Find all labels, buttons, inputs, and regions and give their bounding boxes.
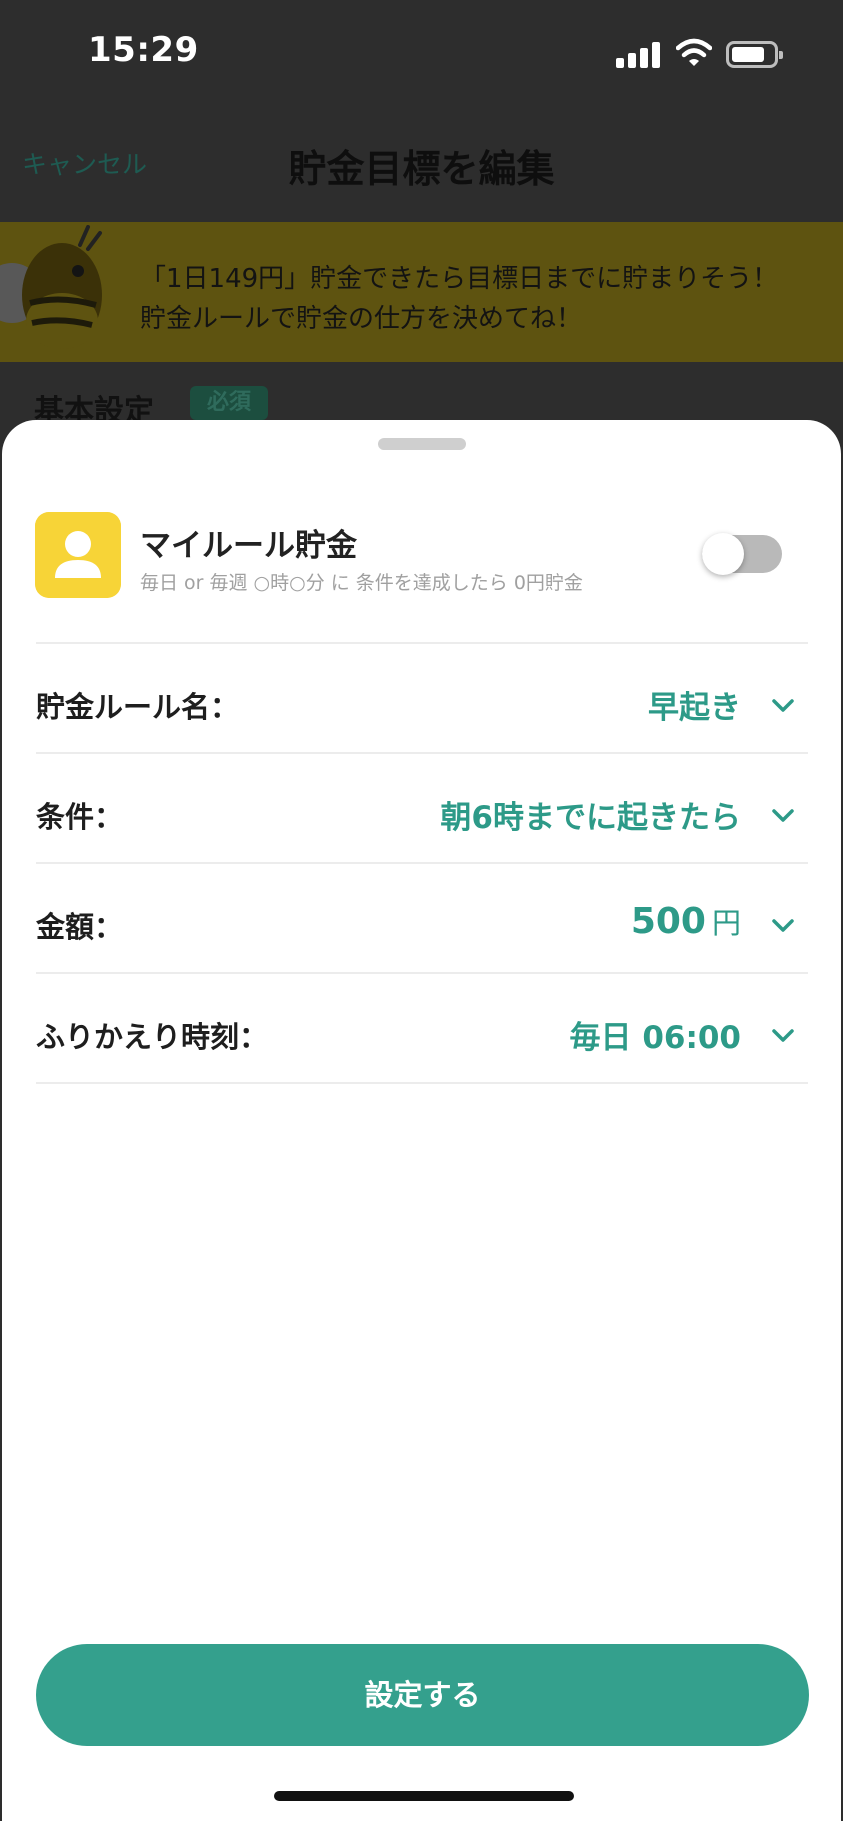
home-indicator [274, 1791, 574, 1801]
review-time-label: ふりかえり時刻： [36, 1020, 269, 1054]
chevron-down-icon[interactable] [770, 802, 796, 828]
rule-name-label: 貯金ルール名： [36, 690, 240, 724]
chevron-down-icon[interactable] [770, 692, 796, 718]
amount-unit: 円 [711, 906, 741, 940]
amount-value-number: 500 [630, 901, 706, 942]
chevron-down-icon[interactable] [770, 912, 796, 938]
condition-label: 条件： [36, 800, 124, 834]
bee-mascot-icon [0, 225, 102, 349]
banner-message-line2: 貯金ルールで貯金の仕方を決めてね！ [140, 304, 583, 334]
review-time-value[interactable]: 毎日 06:00 [570, 1012, 741, 1057]
banner-message-line1: 「1日149円」貯金できたら目標日までに貯まりそう！ [140, 264, 779, 294]
rule-type-description: 毎日 or 毎週 ○時○分 に 条件を達成したら 0円貯金 [140, 572, 583, 594]
condition-value[interactable]: 朝6時までに起きたら [440, 792, 741, 837]
wifi-icon [676, 38, 712, 66]
chevron-down-icon[interactable] [770, 1022, 796, 1048]
confirm-button[interactable]: 設定する [36, 1644, 809, 1746]
divider [36, 1082, 808, 1084]
condition-value-text: 朝6時までに起きたら [440, 800, 741, 836]
amount-value[interactable]: 500 円 [631, 900, 741, 942]
toggle-knob [702, 533, 744, 575]
rule-type-title: マイルール貯金 [140, 528, 357, 564]
battery-icon [726, 41, 783, 68]
divider [36, 642, 808, 644]
screen: 15:29 キャンセル 貯金目標を編集 「1日149円」貯金できたら目標日までに… [0, 0, 843, 1821]
status-time: 15:29 [88, 30, 199, 70]
rule-name-value[interactable]: 早起き [648, 682, 741, 727]
cellular-signal-icon [616, 42, 660, 68]
required-badge: 必須 [190, 386, 268, 420]
sheet-drag-handle[interactable] [378, 438, 466, 450]
divider [36, 862, 808, 864]
page-title: 貯金目標を編集 [288, 147, 555, 191]
amount-label: 金額： [36, 910, 124, 944]
person-icon [35, 512, 121, 598]
rule-bottom-sheet: マイルール貯金 毎日 or 毎週 ○時○分 に 条件を達成したら 0円貯金 貯金… [2, 420, 841, 1821]
rule-enable-toggle[interactable] [702, 533, 782, 575]
divider [36, 752, 808, 754]
divider [36, 972, 808, 974]
rule-name-value-text: 早起き [648, 690, 741, 726]
review-time-value-text: 毎日 06:00 [569, 1020, 741, 1056]
status-bar: 15:29 [0, 0, 843, 110]
